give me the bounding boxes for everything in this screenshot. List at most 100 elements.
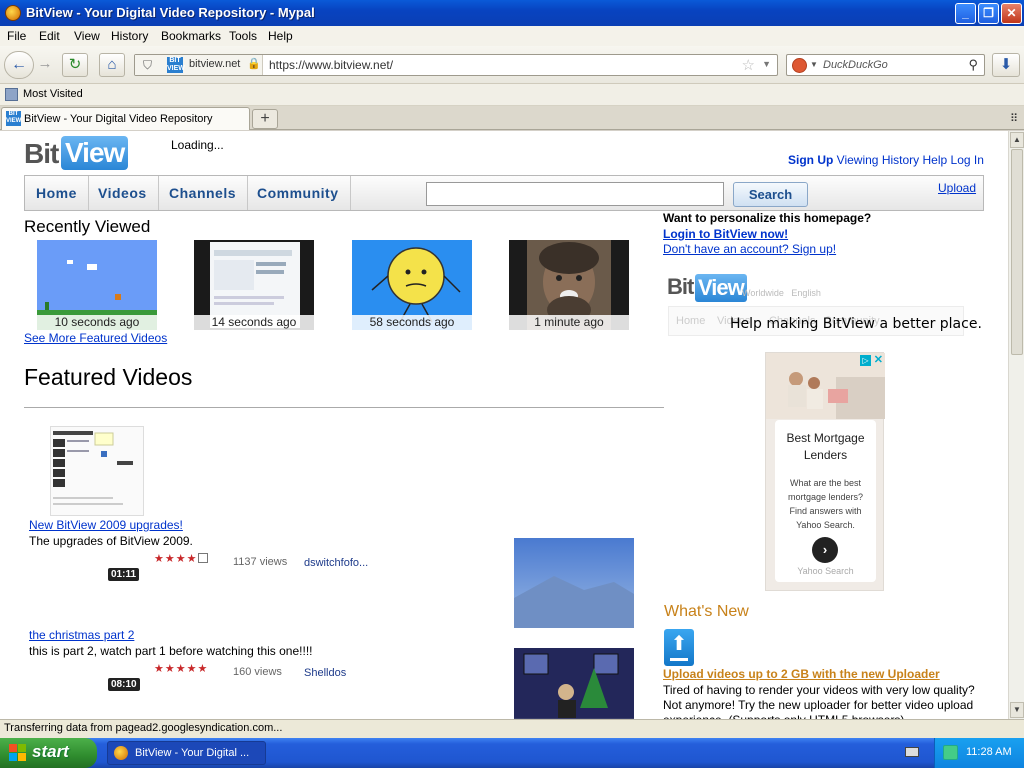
network-icon[interactable] (943, 745, 958, 760)
menu-history[interactable]: History (111, 29, 148, 43)
help-link[interactable]: Help (923, 153, 948, 167)
scroll-up-icon[interactable]: ▲ (1010, 132, 1024, 148)
video-preview-thumbnail[interactable] (514, 648, 634, 719)
start-label: start (32, 742, 69, 761)
mini-language: English (791, 288, 821, 298)
nav-home[interactable]: Home (25, 176, 89, 210)
video-thumbnail[interactable] (50, 426, 144, 516)
site-identity[interactable]: ⛉ BIT VIEW bitview.net 🔒 (135, 55, 263, 75)
uploader-link[interactable]: Upload videos up to 2 GB with the new Up… (663, 667, 940, 681)
ad-close-icon[interactable]: ✕ (874, 353, 883, 366)
new-tab-button[interactable]: + (252, 109, 278, 129)
search-engine-placeholder: DuckDuckGo (823, 59, 888, 71)
ad-arrow-icon[interactable]: › (812, 537, 838, 563)
duration-badge: 08:10 (108, 678, 140, 691)
nav-videos[interactable]: Videos (87, 176, 159, 210)
tab-bitview[interactable]: BIT VIEW BitView - Your Digital Video Rep… (1, 107, 250, 130)
search-button[interactable]: Search (733, 182, 808, 207)
status-text: Transferring data from pagead2.googlesyn… (4, 722, 283, 734)
nav-community[interactable]: Community (246, 176, 351, 210)
upload-link[interactable]: Upload (938, 181, 976, 195)
minimize-button[interactable]: _ (955, 3, 976, 24)
upload-arrow-icon: ⬆ (664, 629, 694, 666)
taskbar-window-button[interactable]: BitView - Your Digital ... (107, 741, 266, 765)
tab-label: BitView - Your Digital Video Repository (24, 113, 213, 125)
sign-up-link[interactable]: Sign Up (788, 153, 833, 167)
recent-video-thumbnail[interactable]: 58 seconds ago (352, 240, 472, 330)
start-button[interactable]: start (0, 738, 97, 768)
menu-bookmarks[interactable]: Bookmarks (161, 29, 221, 43)
url-text[interactable]: https://www.bitview.net/ (269, 58, 393, 72)
keyboard-icon[interactable] (905, 747, 919, 757)
recent-video-thumbnail[interactable]: 1 minute ago (509, 240, 629, 330)
help-banner-text: Help making BitView a better place. (730, 316, 982, 332)
author-link[interactable]: dswitchfofo... (304, 557, 368, 569)
menu-file[interactable]: File (7, 29, 26, 43)
tab-list-icon[interactable]: ⠿ (1010, 112, 1018, 125)
home-button[interactable]: ⌂ (99, 53, 125, 77)
close-button[interactable]: ✕ (1001, 3, 1022, 24)
recent-video-thumbnail[interactable]: 10 seconds ago (37, 240, 157, 330)
rating-stars: ★★★★★ (154, 663, 209, 675)
scroll-thumb[interactable] (1011, 149, 1023, 355)
video-title-link[interactable]: the christmas part 2 (29, 628, 134, 642)
ad-body: What are the best mortgage lenders? Find… (787, 478, 864, 530)
clock[interactable]: 11:28 AM (966, 746, 1012, 758)
adchoices-icon[interactable]: ▷ (860, 355, 871, 366)
maximize-button[interactable]: ❐ (978, 3, 999, 24)
whats-new-heading: What's New (664, 603, 749, 620)
log-in-link[interactable]: Log In (951, 153, 984, 167)
logo-view: View (61, 136, 129, 170)
login-now-link[interactable]: Login to BitView now! (663, 227, 788, 241)
viewing-history-link[interactable]: Viewing History (837, 153, 919, 167)
nav-channels[interactable]: Channels (158, 176, 249, 210)
bookmark-star-icon[interactable]: ☆ (742, 56, 755, 74)
logo-bit: Bit (667, 274, 694, 299)
video-description: The upgrades of BitView 2009. (29, 534, 193, 548)
ad-sponsor: Yahoo Search (797, 566, 854, 576)
menu-view[interactable]: View (74, 29, 100, 43)
bitview-mini-logo: Bit View (667, 274, 747, 302)
scroll-down-icon[interactable]: ▼ (1010, 702, 1024, 718)
engine-dropdown-icon[interactable]: ▼ (810, 60, 818, 69)
site-search-input[interactable] (426, 182, 724, 206)
personalize-question: Want to personalize this homepage? (663, 211, 872, 225)
recently-viewed-heading: Recently Viewed (24, 217, 151, 236)
windows-flag-icon (9, 744, 27, 762)
webpage-screenshot-image (51, 427, 143, 515)
rating-stars: ★★★★ (154, 552, 209, 565)
page-scrollbar[interactable]: ▲ ▼ (1008, 131, 1024, 719)
menu-tools[interactable]: Tools (229, 29, 257, 43)
logo-bit: Bit (24, 138, 59, 169)
loading-text: Loading... (171, 138, 224, 152)
recent-time: 10 seconds ago (37, 315, 157, 330)
view-count: 1137 views (233, 556, 288, 568)
url-bar[interactable]: ⛉ BIT VIEW bitview.net 🔒 https://www.bitv… (134, 54, 778, 76)
empty-star-icon (198, 553, 209, 563)
signup-prompt-link[interactable]: Don't have an account? Sign up! (663, 242, 836, 256)
video-title-link[interactable]: New BitView 2009 upgrades! (29, 518, 183, 532)
bookmark-most-visited[interactable]: Most Visited (23, 88, 83, 100)
download-button[interactable]: ⬇ (992, 53, 1020, 77)
advertisement[interactable]: ▷ ✕ Best Mortgage Lenders What are the b… (765, 352, 885, 591)
url-dropdown-icon[interactable]: ▼ (762, 59, 771, 69)
reload-button[interactable]: ↻ (62, 53, 88, 77)
uploader-description: Tired of having to render your videos wi… (663, 683, 975, 719)
recent-video-thumbnail[interactable]: 14 seconds ago (194, 240, 314, 330)
view-count: 160 views (233, 666, 282, 678)
window-title: BitView - Your Digital Video Repository … (26, 5, 315, 20)
duckduckgo-icon[interactable] (792, 58, 807, 73)
see-more-featured-link[interactable]: See More Featured Videos (24, 331, 167, 345)
back-button[interactable]: ← (4, 51, 34, 79)
forward-button[interactable]: → (34, 53, 56, 77)
menu-bar: File Edit View History Bookmarks Tools H… (0, 26, 1024, 46)
ad-card[interactable]: Best Mortgage Lenders What are the best … (775, 420, 876, 582)
christmas-scene-image (514, 648, 634, 719)
author-link[interactable]: Shelldos (304, 667, 346, 679)
search-icon[interactable]: ⚲ (968, 57, 978, 73)
menu-edit[interactable]: Edit (39, 29, 60, 43)
menu-help[interactable]: Help (268, 29, 293, 43)
video-preview-thumbnail[interactable] (514, 538, 634, 628)
bookmark-folder-icon (5, 88, 18, 101)
browser-search-box[interactable]: ▼ DuckDuckGo ⚲ (786, 54, 985, 76)
